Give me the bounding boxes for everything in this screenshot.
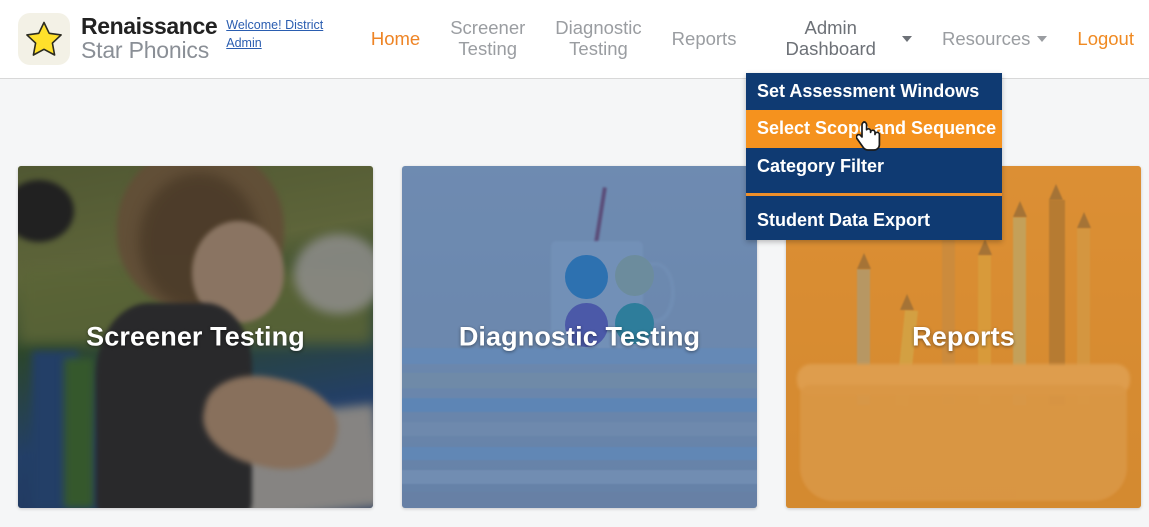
admin-dashboard-dropdown-menu: Set Assessment Windows Select Scope and … xyxy=(746,73,1002,240)
nav-label-diagnostic-testing: Diagnostic Testing xyxy=(555,17,642,59)
nav-label-reports: Reports xyxy=(671,27,737,49)
nav-label-resources: Resources xyxy=(941,27,1031,49)
site-header: Renaissance Star Phonics Welcome! Distri… xyxy=(0,0,1149,79)
nav-item-screener-testing[interactable]: Screener Testing xyxy=(435,0,540,78)
nav-label-admin-dashboard: Admin Dashboard xyxy=(785,17,876,59)
main-navigation: Home Screener Testing Diagnostic Testing… xyxy=(356,0,1149,78)
brand-logo[interactable]: Renaissance Star Phonics xyxy=(0,13,218,65)
nav-item-resources[interactable]: Resources xyxy=(927,0,1062,78)
brand-wordmark: Renaissance Star Phonics xyxy=(81,13,218,63)
menu-divider xyxy=(746,193,1002,197)
nav-item-diagnostic-testing[interactable]: Diagnostic Testing xyxy=(540,0,656,78)
star-icon xyxy=(18,13,70,65)
card-title-screener-testing: Screener Testing xyxy=(86,321,305,352)
menu-item-select-scope-and-sequence[interactable]: Select Scope and Sequence xyxy=(746,110,1002,148)
nav-item-reports[interactable]: Reports xyxy=(657,0,752,78)
nav-label-screener-testing: Screener Testing xyxy=(450,17,526,59)
welcome-user-link[interactable]: Welcome! District Admin xyxy=(226,16,324,52)
nav-label-logout: Logout xyxy=(1077,27,1134,49)
nav-label-home: Home xyxy=(370,27,421,49)
nav-item-admin-dashboard[interactable]: Admin Dashboard xyxy=(751,0,927,78)
card-diagnostic-testing[interactable]: Diagnostic Testing xyxy=(402,166,757,508)
chevron-down-icon xyxy=(1037,36,1048,42)
card-title-diagnostic-testing: Diagnostic Testing xyxy=(458,321,701,352)
card-title-reports: Reports xyxy=(912,321,1015,352)
menu-item-category-filter[interactable]: Category Filter xyxy=(746,148,1002,185)
nav-item-home[interactable]: Home xyxy=(356,0,435,78)
card-screener-testing[interactable]: Screener Testing xyxy=(18,166,373,508)
brand-line-1: Renaissance xyxy=(81,13,218,40)
brand-line-2: Star Phonics xyxy=(81,37,209,63)
chevron-down-icon xyxy=(901,36,912,42)
menu-item-set-assessment-windows[interactable]: Set Assessment Windows xyxy=(746,73,1002,110)
nav-item-logout[interactable]: Logout xyxy=(1062,0,1149,78)
menu-item-student-data-export[interactable]: Student Data Export xyxy=(746,202,1002,239)
